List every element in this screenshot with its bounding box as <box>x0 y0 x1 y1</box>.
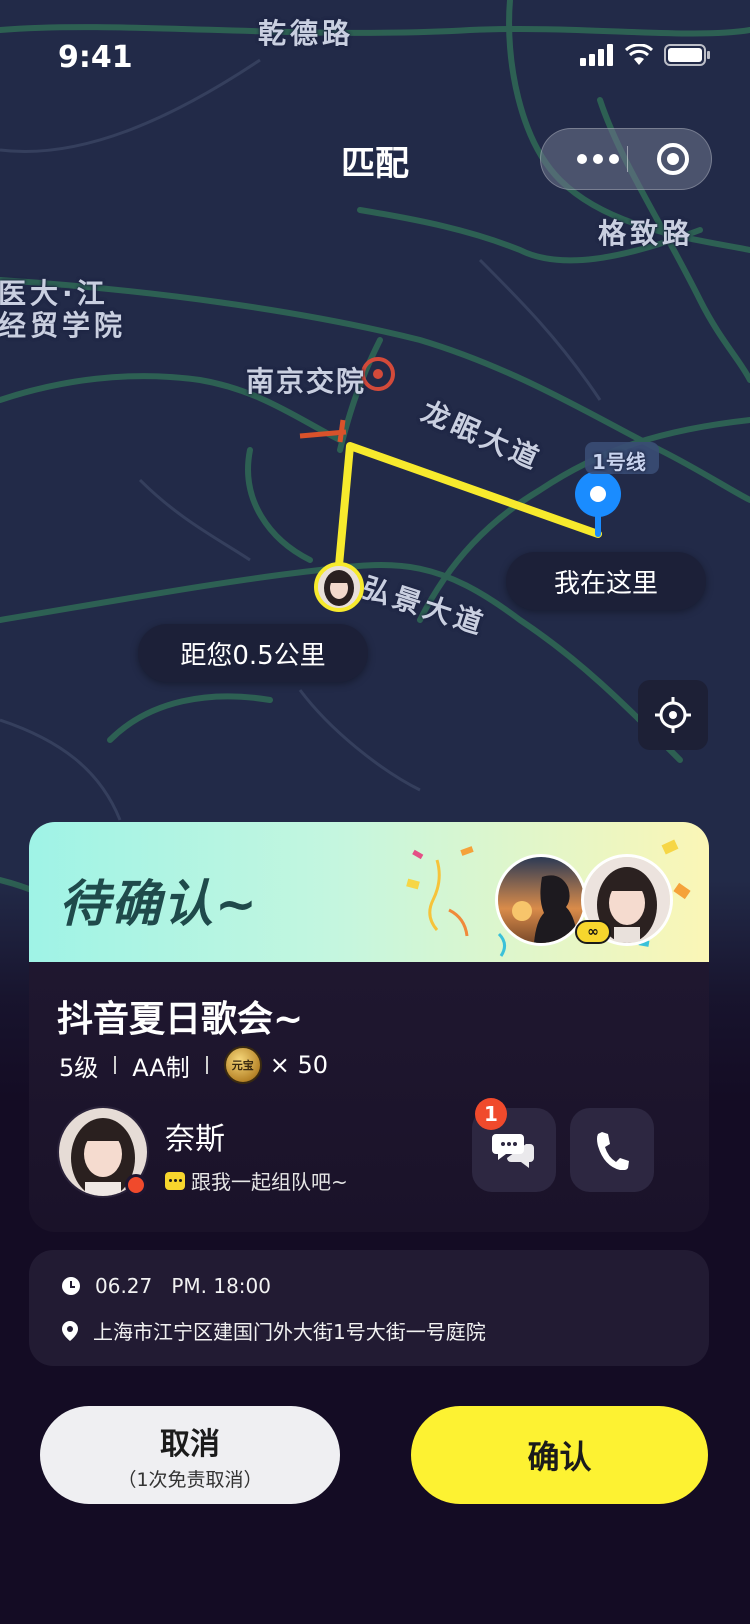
map-label-nanjing-jiaoyuan: 南京交院 <box>246 365 367 398</box>
status-icons <box>580 44 710 66</box>
meta-divider <box>205 1056 208 1074</box>
unread-badge: 1 <box>475 1098 507 1130</box>
payment-label: AA制 <box>132 1053 190 1082</box>
event-datetime: 06.27 PM. 18:00 <box>61 1274 271 1298</box>
event-address: 上海市江宁区建国门外大街1号大街一号庭院 <box>61 1316 486 1345</box>
target-icon[interactable] <box>657 143 689 175</box>
status-time: 9:41 <box>58 40 133 75</box>
match-card: 待确认~ ∞ 抖音夏日歌会~ 5级 AA制 元宝 × 50 奈斯 跟我一起组队吧… <box>29 822 709 1232</box>
confirm-button[interactable]: 确认 <box>411 1406 708 1504</box>
distance-bubble: 距您0.5公里 <box>138 624 368 682</box>
match-card-header: 待确认~ ∞ <box>29 822 709 962</box>
coin-amount: × 50 <box>269 1051 329 1079</box>
cancel-button[interactable]: 取消 （1次免责取消） <box>40 1406 340 1504</box>
locate-button[interactable] <box>638 680 708 750</box>
coin-icon: 元宝 <box>223 1046 262 1084</box>
cancel-button-note: （1次免责取消） <box>117 1468 263 1491</box>
map-label-metro-line: 1号线 <box>592 450 646 474</box>
partner-marker-avatar <box>318 566 360 608</box>
call-button[interactable] <box>570 1108 654 1192</box>
event-meta: 5级 AA制 元宝 × 50 <box>59 1046 328 1084</box>
online-status-dot <box>125 1174 147 1196</box>
map-pin-icon <box>62 1320 78 1341</box>
map-label-gezhi-road: 格致路 <box>598 217 695 250</box>
meta-divider <box>114 1056 117 1074</box>
locate-icon <box>655 697 691 733</box>
level-label: 5级 <box>59 1053 99 1082</box>
avatar-male <box>495 854 587 946</box>
pending-status-title: 待确认~ <box>59 875 259 933</box>
chat-icon <box>492 1134 534 1168</box>
link-icon: ∞ <box>575 920 611 944</box>
clock-icon <box>62 1277 80 1295</box>
capsule-divider <box>627 146 628 172</box>
message-bubble-icon <box>165 1171 185 1190</box>
event-address-text: 上海市江宁区建国门外大街1号大街一号庭院 <box>93 1320 486 1344</box>
event-title: 抖音夏日歌会~ <box>57 999 304 1040</box>
matched-avatars: ∞ <box>495 854 675 946</box>
phone-icon <box>597 1132 629 1170</box>
my-location-bubble: 我在这里 <box>506 552 706 610</box>
map-label-college-2: 经贸学院 <box>0 309 127 342</box>
mini-program-capsule <box>540 128 712 190</box>
partner-marker[interactable] <box>314 562 364 612</box>
event-info-card: 06.27 PM. 18:00 上海市江宁区建国门外大街1号大街一号庭院 <box>29 1250 709 1366</box>
wifi-icon <box>624 44 654 65</box>
user-message-text: 跟我一起组队吧~ <box>191 1170 348 1194</box>
cancel-button-label: 取消 <box>160 1426 220 1462</box>
event-datetime-text: 06.27 PM. 18:00 <box>95 1274 271 1298</box>
user-message: 跟我一起组队吧~ <box>165 1166 348 1195</box>
signal-icon <box>580 44 613 66</box>
more-icon[interactable] <box>563 129 633 189</box>
status-bar: 9:41 <box>0 0 750 88</box>
user-name: 奈斯 <box>165 1122 225 1157</box>
battery-icon <box>664 44 710 66</box>
